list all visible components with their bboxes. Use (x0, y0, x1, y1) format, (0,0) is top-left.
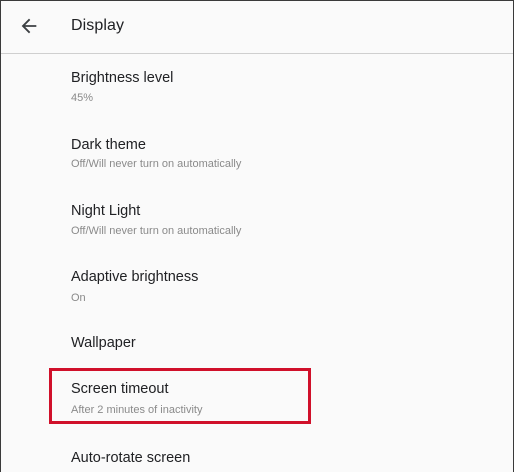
page-title: Display (71, 17, 125, 34)
settings-screen: Display Brightness level 45% Dark theme … (0, 0, 514, 472)
setting-brightness-level[interactable]: Brightness level 45% (1, 65, 513, 113)
setting-subtitle: Off/Will never turn on automatically (71, 225, 242, 237)
setting-title: Adaptive brightness (71, 269, 199, 285)
setting-night-light[interactable]: Night Light Off/Will never turn on autom… (1, 199, 513, 247)
setting-subtitle: After 2 minutes of inactivity (71, 404, 203, 416)
setting-subtitle: On (71, 292, 86, 304)
setting-title: Wallpaper (71, 335, 136, 351)
setting-title: Dark theme (71, 137, 146, 153)
setting-wallpaper[interactable]: Wallpaper (1, 327, 513, 363)
setting-dark-theme[interactable]: Dark theme Off/Will never turn on automa… (1, 132, 513, 180)
setting-title: Brightness level (71, 70, 174, 86)
setting-title: Night Light (71, 203, 141, 219)
setting-auto-rotate-screen[interactable]: Auto-rotate screen (1, 443, 513, 472)
arrow-back-icon[interactable] (18, 15, 40, 37)
setting-subtitle: 45% (71, 92, 94, 104)
setting-title: Auto-rotate screen (71, 450, 191, 466)
app-bar: Display (1, 1, 513, 54)
setting-title: Screen timeout (71, 381, 169, 397)
setting-subtitle: Off/Will never turn on automatically (71, 158, 242, 170)
setting-adaptive-brightness[interactable]: Adaptive brightness On (1, 264, 513, 312)
setting-screen-timeout[interactable]: Screen timeout After 2 minutes of inacti… (1, 375, 513, 423)
